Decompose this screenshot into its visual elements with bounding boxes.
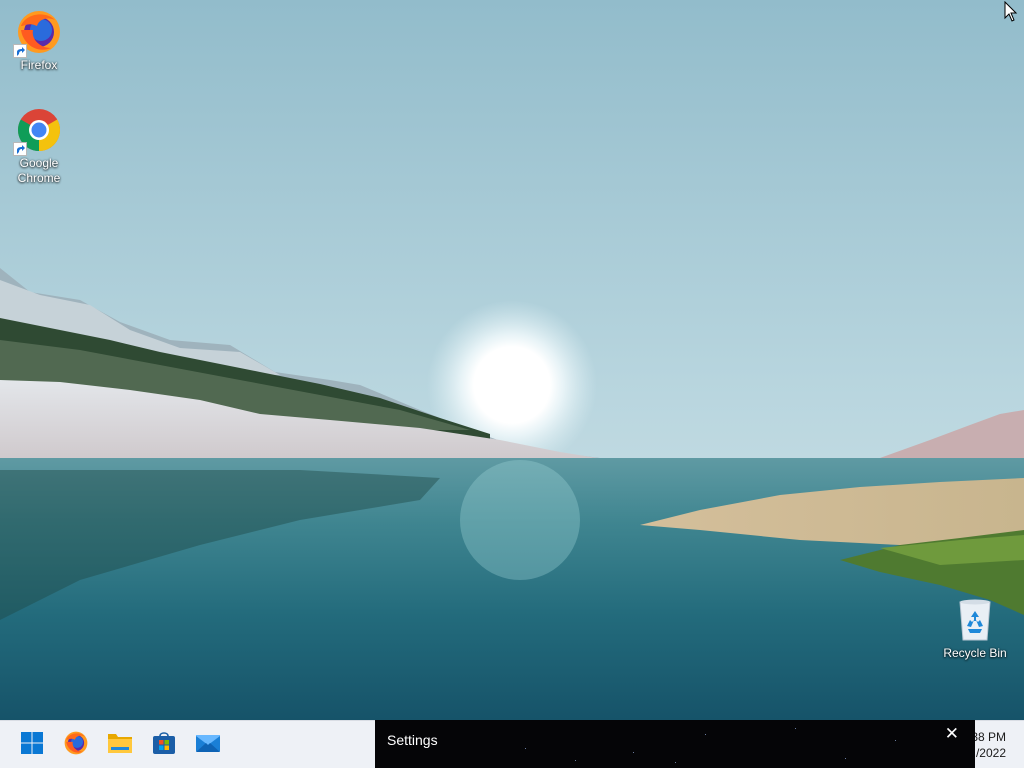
clock-time: 38 PM (971, 730, 1006, 744)
file-explorer-icon (107, 731, 133, 760)
shortcut-arrow-icon (13, 142, 27, 156)
firefox-icon (63, 730, 89, 761)
shortcut-arrow-icon (13, 44, 27, 58)
recycle-bin-icon (951, 596, 999, 644)
close-icon[interactable]: ✕ (945, 724, 959, 744)
desktop-icon-label: Google Chrome (17, 156, 61, 185)
mail-icon (195, 732, 221, 759)
settings-notification[interactable]: Settings ✕ (375, 720, 975, 768)
start-button[interactable] (12, 727, 52, 763)
notification-title: Settings (387, 732, 438, 748)
desktop-icon-label: Recycle Bin (943, 646, 1007, 660)
mouse-pointer-icon (1004, 0, 1018, 23)
taskbar-mail-button[interactable] (188, 727, 228, 763)
chrome-icon (13, 106, 63, 156)
system-clock[interactable]: 38 PM /2022 (971, 729, 1006, 761)
taskbar-firefox-button[interactable] (56, 727, 96, 763)
desktop-icon-recycle-bin[interactable]: Recycle Bin (936, 596, 1014, 661)
firefox-icon (13, 8, 63, 58)
desktop-icon-firefox[interactable]: Firefox (0, 8, 78, 73)
taskbar-file-explorer-button[interactable] (100, 727, 140, 763)
desktop-icon-label: Firefox (20, 58, 58, 72)
desktop-icon-chrome[interactable]: Google Chrome (0, 106, 78, 186)
microsoft-store-icon (152, 731, 176, 760)
desktop-wallpaper (0, 0, 1024, 720)
windows-start-icon (20, 731, 44, 760)
taskbar-store-button[interactable] (144, 727, 184, 763)
clock-date: /2022 (975, 746, 1006, 760)
